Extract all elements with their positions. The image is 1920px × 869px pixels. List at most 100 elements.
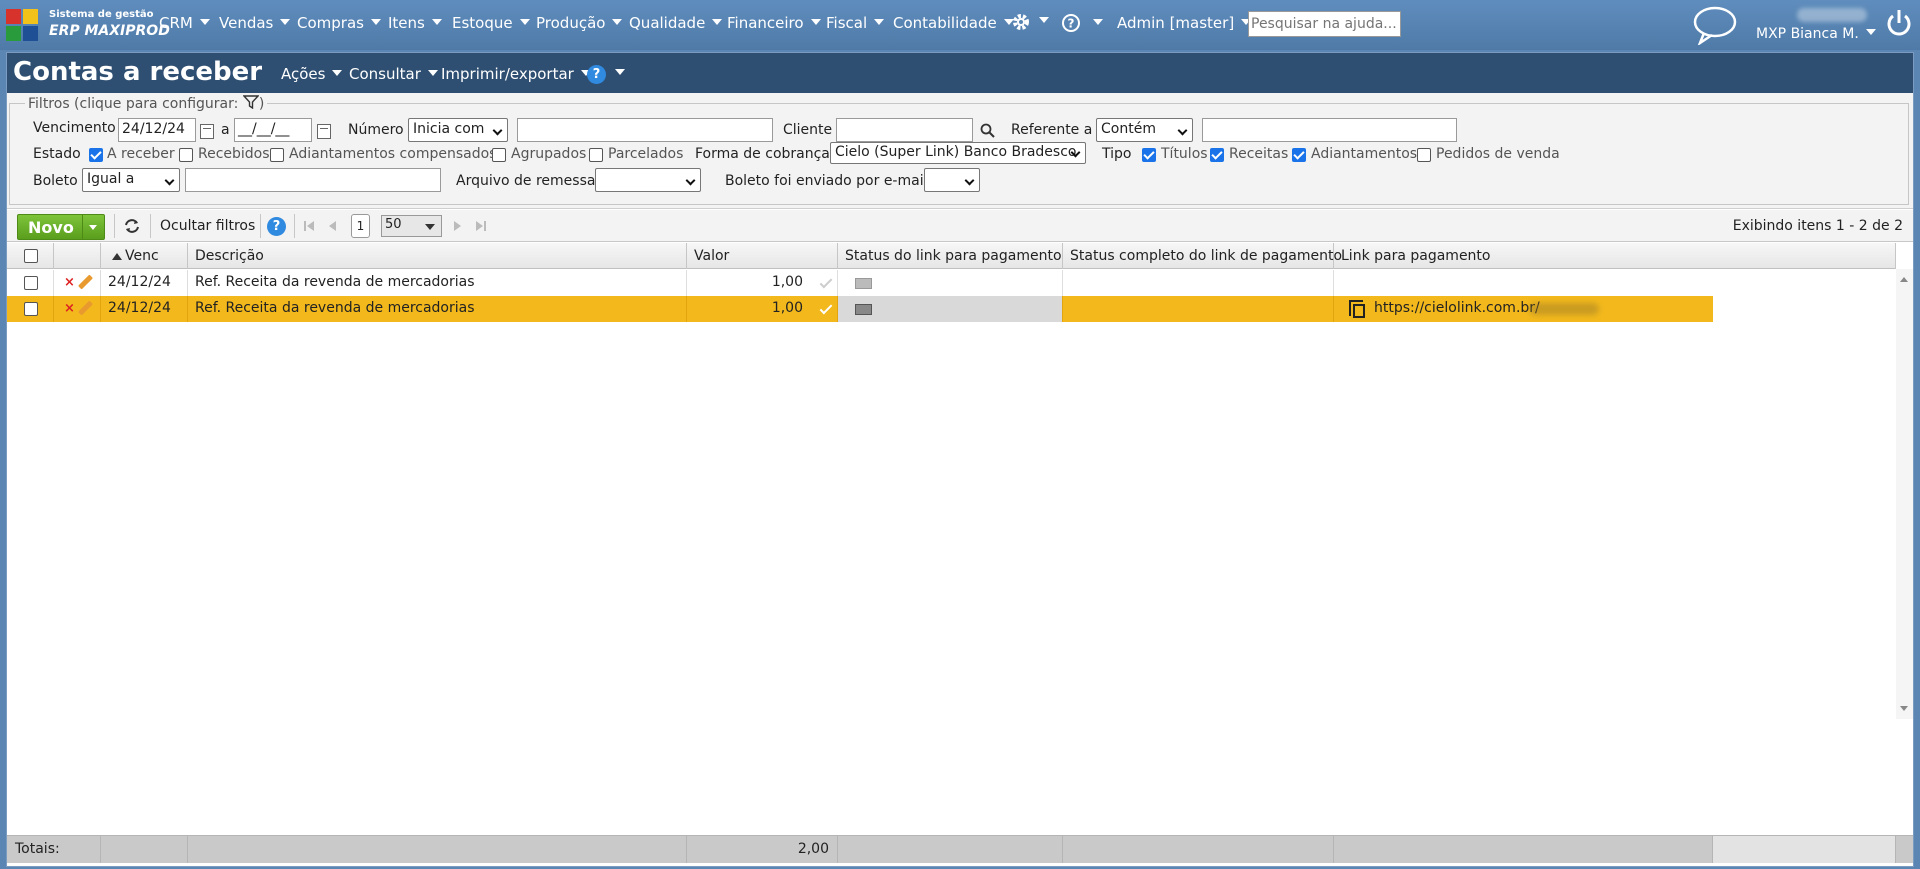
boleto-input[interactable] — [185, 168, 441, 192]
erp-logo[interactable]: Sistema de gestão ERP MAXIPROD — [6, 7, 170, 41]
checkbox-titulos[interactable] — [1142, 148, 1156, 162]
forma-cobranca-select[interactable]: Cielo (Super Link) Banco Bradesco — [830, 142, 1086, 164]
header-select-all[interactable] — [7, 243, 54, 269]
header-status-completo[interactable]: Status completo do link de pagamento — [1063, 243, 1342, 269]
power-icon[interactable] — [1885, 8, 1913, 38]
last-page-icon[interactable] — [475, 220, 487, 232]
question-icon[interactable]: ? — [267, 217, 286, 236]
venc-to-input[interactable]: __/__/__ — [234, 118, 312, 142]
settings-menu[interactable] — [1010, 11, 1049, 37]
checkbox-parcelados[interactable] — [589, 148, 603, 162]
header-venc[interactable]: Venc — [101, 243, 188, 269]
menu-itens[interactable]: Itens — [388, 14, 442, 32]
chevron-down-icon[interactable] — [89, 225, 97, 230]
checkbox-adiantamentos-compensados[interactable] — [270, 148, 284, 162]
top-navigation-bar: Sistema de gestão ERP MAXIPROD CRM Venda… — [0, 0, 1920, 50]
row-actions-cell: × — [54, 296, 101, 322]
adiantamentos-label: Adiantamentos — [1311, 146, 1418, 162]
menu-qualidade[interactable]: Qualidade — [629, 14, 723, 32]
delete-icon[interactable]: × — [64, 270, 75, 295]
first-page-icon[interactable] — [303, 220, 315, 232]
venc-from-input[interactable]: 24/12/24 — [118, 118, 196, 142]
scroll-up-icon[interactable] — [1900, 277, 1908, 282]
header-descricao[interactable]: Descrição — [188, 243, 687, 269]
menu-acoes[interactable]: Ações — [281, 65, 343, 83]
menu-estoque[interactable]: Estoque — [452, 14, 530, 32]
previous-page-icon[interactable] — [327, 220, 337, 232]
menu-label: Imprimir/exportar — [441, 65, 574, 83]
copy-icon[interactable] — [1349, 300, 1365, 318]
totals-cell — [188, 836, 687, 863]
totals-cell — [101, 836, 188, 863]
page-number-input[interactable]: 1 — [351, 214, 370, 238]
vencimento-label: Vencimento — [33, 120, 116, 136]
row-checkbox[interactable] — [24, 276, 38, 290]
checkbox-agrupados[interactable] — [492, 148, 506, 162]
delete-icon[interactable]: × — [64, 296, 75, 321]
totals-row: Totais: 2,00 — [7, 835, 1913, 863]
calendar-icon[interactable] — [200, 124, 214, 139]
menu-crm[interactable]: CRM — [159, 14, 210, 32]
checkbox-receitas[interactable] — [1210, 148, 1224, 162]
header-valor[interactable]: Valor — [687, 243, 838, 269]
menu-vendas[interactable]: Vendas — [219, 14, 291, 32]
referente-input[interactable] — [1202, 118, 1457, 142]
page-size-select[interactable]: 50 — [381, 215, 442, 237]
filters-legend[interactable]: Filtros (clique para configurar: ) — [25, 95, 268, 112]
menu-producao[interactable]: Produção — [536, 14, 623, 32]
chat-icon[interactable] — [1692, 5, 1738, 45]
checkbox-pedidos-de-venda[interactable] — [1417, 148, 1431, 162]
search-icon[interactable] — [980, 123, 996, 139]
select-all-checkbox[interactable] — [24, 249, 38, 263]
totals-cell — [1334, 836, 1713, 863]
edit-icon[interactable] — [78, 274, 93, 290]
help-search-input[interactable] — [1248, 11, 1401, 37]
checkbox-adiantamentos[interactable] — [1292, 148, 1306, 162]
numero-operator-select[interactable]: Inicia com — [408, 118, 508, 142]
venc-cell: 24/12/24 — [101, 270, 188, 296]
cliente-input[interactable] — [836, 118, 973, 142]
refresh-icon[interactable] — [123, 218, 141, 234]
numero-input[interactable] — [517, 118, 773, 142]
totals-label: Totais: — [7, 836, 101, 863]
menu-contabilidade[interactable]: Contabilidade — [893, 14, 1014, 32]
header-status-link[interactable]: Status do link para pagamento — [838, 243, 1063, 269]
header-link-pagamento[interactable]: Link para pagamento — [1334, 243, 1896, 269]
user-menu[interactable]: MXP Bianca M. — [1756, 26, 1876, 42]
venc-cell: 24/12/24 — [101, 296, 188, 322]
vertical-scrollbar[interactable] — [1896, 269, 1913, 719]
menu-consultar[interactable]: Consultar — [349, 65, 438, 83]
company-name-blurred — [1797, 8, 1867, 22]
checkbox-recebidos[interactable] — [179, 148, 193, 162]
boleto-email-label: Boleto foi enviado por e-mail — [725, 173, 928, 189]
receitas-label: Receitas — [1229, 146, 1289, 162]
table-row-selected[interactable]: × 24/12/24 Ref. Receita da revenda de me… — [7, 296, 1713, 322]
calendar-icon[interactable] — [317, 124, 331, 139]
ocultar-filtros-button[interactable]: Ocultar filtros — [160, 218, 255, 234]
logo-line1: Sistema de gestão — [49, 9, 154, 20]
menu-financeiro[interactable]: Financeiro — [727, 14, 821, 32]
filter-icon — [242, 95, 260, 110]
row-checkbox[interactable] — [24, 302, 38, 316]
admin-menu[interactable]: Admin [master] — [1117, 14, 1252, 32]
admin-label: Admin [master] — [1117, 14, 1235, 32]
menu-fiscal[interactable]: Fiscal — [826, 14, 885, 32]
novo-button[interactable]: Novo — [17, 214, 105, 240]
novo-divider — [82, 215, 83, 239]
arquivo-remessa-select[interactable] — [595, 168, 701, 192]
help-menu[interactable]: ? — [1061, 13, 1103, 37]
referente-operator-select[interactable]: Contém — [1096, 118, 1193, 142]
payment-link[interactable]: https://cielolink.com.br/ — [1374, 300, 1540, 316]
boleto-operator-select[interactable]: Igual a — [82, 168, 180, 192]
boleto-email-select[interactable] — [924, 168, 980, 192]
edit-icon[interactable] — [78, 300, 93, 316]
table-row[interactable]: × 24/12/24 Ref. Receita da revenda de me… — [7, 270, 1896, 296]
checkbox-a-receber[interactable] — [89, 148, 103, 162]
next-page-icon[interactable] — [453, 220, 463, 232]
page-help-menu[interactable]: ? — [587, 64, 625, 84]
scroll-down-icon[interactable] — [1900, 706, 1908, 711]
grid-toolbar: Novo Ocultar filtros ? 1 50 Exibindo ite… — [7, 210, 1913, 242]
menu-imprimir-exportar[interactable]: Imprimir/exportar — [441, 65, 591, 83]
chevron-down-icon — [615, 69, 625, 75]
menu-compras[interactable]: Compras — [297, 14, 381, 32]
